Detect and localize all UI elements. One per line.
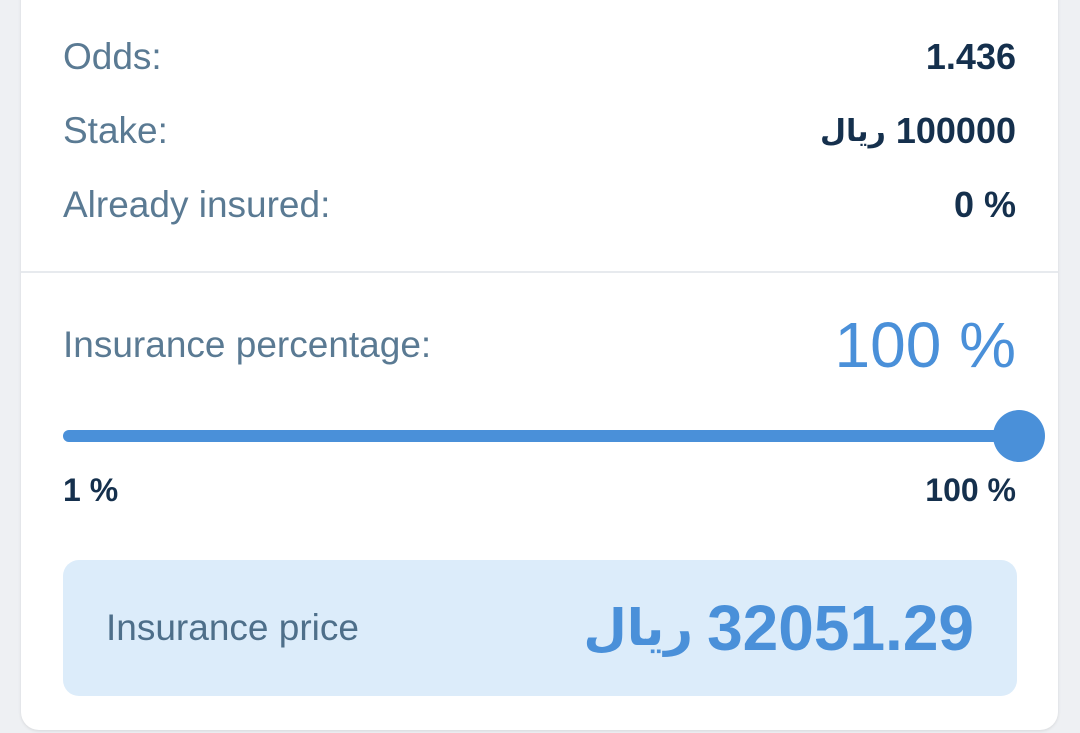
rial-currency-icon: ریال (820, 113, 886, 149)
slider-thumb[interactable] (993, 410, 1045, 462)
odds-value: 1.436 (925, 36, 1016, 77)
odds-label: Odds: (63, 36, 162, 77)
insurance-percentage-slider[interactable] (63, 410, 1045, 462)
stake-value-group: ریال 100000 (820, 110, 1016, 152)
insurance-price-value: 32051.29 (707, 592, 974, 664)
rial-currency-icon: ریال (583, 599, 694, 657)
insurance-price-value-group: ریال 32051.29 (583, 591, 974, 665)
insurance-card: Odds: 1.436 Stake: ریال 100000 Already i… (21, 0, 1058, 730)
already-insured-row: Already insured: 0 % (63, 184, 1016, 226)
divider (21, 271, 1058, 273)
slider-min-label: 1 % (63, 472, 119, 508)
already-insured-label: Already insured: (63, 184, 331, 225)
slider-max-label: 100 % (925, 472, 1016, 508)
already-insured-value: 0 % (953, 184, 1016, 225)
insurance-percentage-row: Insurance percentage: 100 % (63, 308, 1016, 382)
stake-row: Stake: ریال 100000 (63, 110, 1016, 152)
insurance-percentage-label: Insurance percentage: (63, 324, 432, 365)
insurance-price-label: Insurance price (106, 607, 359, 648)
insurance-percentage-value: 100 % (834, 309, 1016, 381)
slider-range-labels: 1 % 100 % (63, 472, 1016, 509)
insurance-price-box: Insurance price ریال 32051.29 (63, 560, 1017, 696)
stake-label: Stake: (63, 110, 168, 151)
slider-fill (63, 430, 1019, 442)
odds-row: Odds: 1.436 (63, 36, 1016, 78)
stake-value: 100000 (895, 110, 1016, 151)
